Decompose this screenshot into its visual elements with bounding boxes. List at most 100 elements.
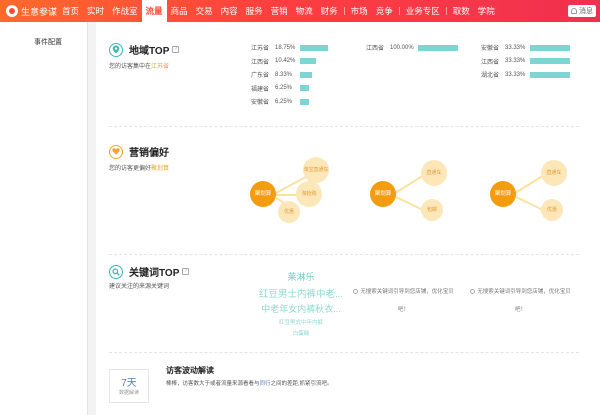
nav-item-home[interactable]: 首页 — [58, 0, 83, 22]
nav-item-business-zone[interactable]: 业务专区 — [402, 0, 444, 22]
region-row: 江苏省 18.75% — [251, 41, 328, 55]
region-name: 福建省 — [251, 86, 270, 93]
region-name: 江西省 — [251, 59, 270, 66]
bubble-connector — [511, 174, 545, 196]
nav-item-marketing[interactable]: 营销 — [267, 0, 292, 22]
empty-message-line: 无搜索关键词引导到您店铺，优化宝贝 — [477, 289, 571, 295]
nav-item-academy[interactable]: 学院 — [474, 0, 499, 22]
region-row: 江西省 33.33% — [481, 55, 570, 69]
region-name: 湖北省 — [481, 73, 500, 80]
nav-item-trade[interactable]: 交易 — [192, 0, 217, 22]
nav-item-traffic[interactable]: 流量 — [141, 0, 167, 22]
region-name: 江苏省 — [251, 46, 270, 53]
bubble-sub[interactable]: 优惠 — [541, 199, 563, 221]
bubble-main[interactable]: 聚划算 — [250, 181, 276, 207]
search-icon — [109, 264, 123, 279]
visit-days: 7天 — [121, 378, 137, 389]
region-row: 广东省 8.33% — [251, 68, 328, 82]
empty-message-line: 无搜索关键词引导到您店铺，优化宝贝 — [360, 289, 454, 295]
help-icon[interactable]: ? — [172, 46, 180, 53]
marketing-subtitle-highlight[interactable]: 聚划算 — [151, 166, 169, 172]
sidebar-item-event-config[interactable]: 事件配置 — [0, 22, 87, 47]
visit-text-suffix: 之间的差距,抓紧引流吧。 — [270, 381, 333, 387]
region-pct: 100.00% — [390, 44, 414, 51]
region-subtitle-prefix: 您的访客集中在 — [109, 64, 152, 70]
marketing-subtitle-prefix: 您的访客更偏好 — [109, 166, 152, 172]
nav-item-fetch-data[interactable]: 取数 — [449, 0, 474, 22]
region-pct: 33.33% — [505, 58, 526, 65]
region-row: 福建省 6.25% — [251, 82, 328, 96]
nav-item-logistics[interactable]: 物流 — [292, 0, 317, 22]
marketing-bubble-group: 聚划算 淘宝直通车 淘抢购 优惠 — [246, 154, 341, 234]
nav-item-market[interactable]: 市场 — [347, 0, 372, 22]
brand-mark-icon — [6, 5, 18, 17]
nav-item-war-room[interactable]: 作战室 — [108, 0, 142, 22]
nav-item-product[interactable]: 商品 — [167, 0, 192, 22]
bubble-sub[interactable]: 淘宝直通车 — [303, 157, 329, 183]
marketing-subtitle: 您的访客更偏好聚划算 — [109, 163, 169, 172]
main-nav: 首页 实时 作战室 流量 商品 交易 内容 服务 营销 物流 财务 市场 竞争 … — [58, 0, 499, 22]
bubble-sub[interactable]: 优惠 — [278, 201, 300, 223]
nav-item-service[interactable]: 服务 — [242, 0, 267, 22]
help-icon[interactable]: ? — [182, 268, 190, 275]
visit-days-badge[interactable]: 7天 数据解读 — [109, 369, 149, 403]
region-column-2: 江西省 100.00% — [366, 41, 458, 55]
message-label: 消息 — [579, 8, 593, 15]
nav-item-realtime[interactable]: 实时 — [83, 0, 108, 22]
keyword-item[interactable]: 红豆男式中年内裤 — [236, 318, 366, 326]
region-bar — [300, 71, 313, 78]
region-bar — [300, 44, 328, 51]
region-name: 安徽省 — [481, 46, 500, 53]
brand-name: 生意参谋 — [21, 6, 58, 17]
keyword-empty-message: 无搜索关键词引导到您店铺，优化宝贝 吧！ — [346, 286, 461, 316]
bubble-connector — [391, 194, 425, 212]
region-subtitle: 您的访客集中在江苏省 — [109, 61, 169, 70]
region-pct: 6.25% — [275, 85, 293, 92]
keywords-title: 关键词TOP — [129, 268, 180, 279]
region-section-title: 地域TOP ? — [109, 42, 180, 57]
region-column-3: 安徽省 33.33% 江西省 33.33% 湖北省 33.33% — [481, 41, 570, 82]
empty-message-line: 吧！ — [514, 307, 526, 313]
region-subtitle-highlight[interactable]: 江苏省 — [151, 64, 169, 70]
region-name: 江西省 — [481, 59, 500, 66]
marketing-bubble-group: 聚划算 直通车 优惠 — [486, 154, 581, 234]
region-row: 江西省 10.42% — [251, 55, 328, 69]
region-row: 江西省 100.00% — [366, 41, 458, 55]
region-name: 江西省 — [366, 46, 385, 53]
marketing-title: 营销偏好 — [129, 148, 169, 159]
region-bar — [530, 71, 570, 78]
sidebar: 事件配置 — [0, 22, 88, 415]
nav-separator — [343, 7, 345, 15]
region-row: 安徽省 6.25% — [251, 95, 328, 109]
top-nav-bar: 生意参谋 首页 实时 作战室 流量 商品 交易 内容 服务 营销 物流 财务 市… — [0, 0, 600, 22]
nav-item-finance[interactable]: 财务 — [317, 0, 342, 22]
nav-item-competition[interactable]: 竞争 — [372, 0, 397, 22]
keywords-section-title: 关键词TOP ? — [109, 264, 190, 279]
bubble-sub[interactable]: 直通车 — [541, 160, 567, 186]
message-button[interactable]: 消息 — [568, 5, 596, 17]
bubble-sub[interactable]: 直通车 — [421, 160, 447, 186]
nav-item-content[interactable]: 内容 — [217, 0, 242, 22]
bubble-sub[interactable]: 包邮 — [421, 199, 443, 221]
visit-text-prefix: 棒棒，访客数大于或者流量来源看看与 — [166, 381, 260, 387]
keyword-item[interactable]: 白蛋糕 — [236, 329, 366, 337]
marketing-section-title: 营销偏好 — [109, 144, 169, 159]
marketing-bubble-group: 聚划算 直通车 包邮 — [366, 154, 461, 234]
keyword-item[interactable]: 莱淋乐 — [236, 270, 366, 283]
info-circle-icon — [353, 289, 359, 294]
bubble-main[interactable]: 聚划算 — [490, 181, 516, 207]
keywords-subtitle: 建议关注的来源关键词 — [109, 284, 170, 290]
region-bar — [530, 44, 570, 51]
region-bar — [530, 58, 570, 65]
heart-icon — [109, 144, 123, 159]
region-row: 湖北省 33.33% — [481, 68, 570, 82]
bubble-main[interactable]: 聚划算 — [370, 181, 396, 207]
nav-separator — [398, 7, 400, 15]
bubble-sub[interactable]: 淘抢购 — [296, 181, 322, 207]
visit-title: 访客波动解读 — [166, 366, 214, 375]
section-divider — [109, 126, 579, 127]
brand-logo[interactable]: 生意参谋 — [0, 5, 58, 18]
peer-link[interactable]: 同行 — [260, 381, 271, 387]
section-divider — [109, 254, 579, 255]
keyword-empty-message: 无搜索关键词引导到您店铺，优化宝贝 吧！ — [463, 286, 578, 316]
